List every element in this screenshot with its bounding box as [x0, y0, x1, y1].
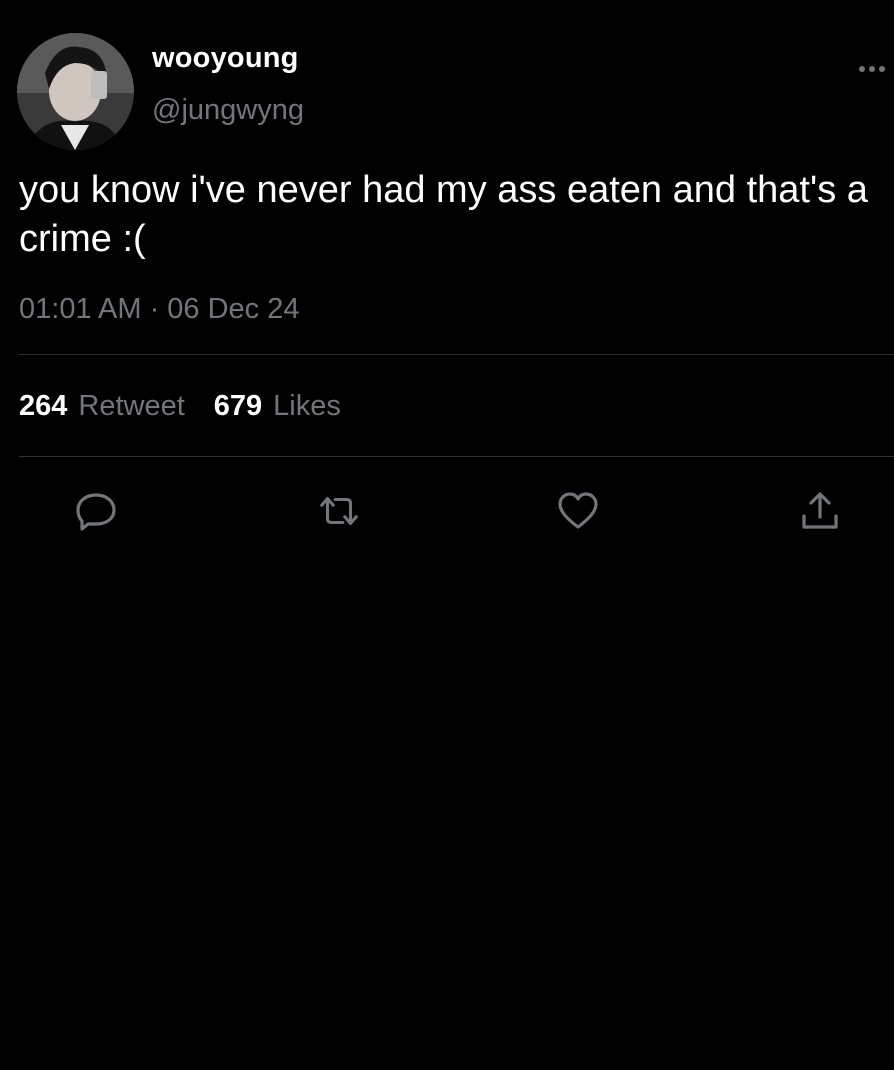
- likes-count: 679: [213, 390, 263, 422]
- retweets-count: 264: [19, 390, 68, 422]
- retweets-stat[interactable]: 264 Retweet: [19, 390, 185, 423]
- tweet-timestamp[interactable]: 01:01 AM · 06 Dec 24: [19, 293, 300, 326]
- likes-label: Likes: [273, 390, 341, 422]
- heart-icon: [558, 492, 598, 529]
- divider: [19, 456, 894, 457]
- profile-photo-icon: [17, 33, 134, 150]
- tweet-detail: wooyoung @jungwyng you know i've never h…: [0, 0, 894, 1070]
- speech-bubble-icon: [76, 493, 116, 531]
- more-options-button[interactable]: [852, 56, 892, 82]
- display-name[interactable]: wooyoung: [152, 42, 299, 75]
- share-upload-icon: [802, 492, 838, 529]
- retweet-button[interactable]: [316, 488, 362, 534]
- divider: [19, 354, 894, 355]
- more-dots-icon: [859, 66, 885, 72]
- tweet-stats: 264 Retweet 679 Likes: [19, 390, 341, 423]
- likes-stat[interactable]: 679 Likes: [214, 390, 341, 423]
- retweet-arrows-icon: [320, 497, 358, 525]
- share-button[interactable]: [797, 488, 843, 534]
- user-handle[interactable]: @jungwyng: [152, 94, 304, 127]
- retweets-label: Retweet: [78, 390, 185, 422]
- avatar[interactable]: [17, 33, 134, 150]
- reply-button[interactable]: [73, 488, 119, 534]
- tweet-text: you know i've never had my ass eaten and…: [19, 169, 868, 260]
- like-button[interactable]: [555, 488, 601, 534]
